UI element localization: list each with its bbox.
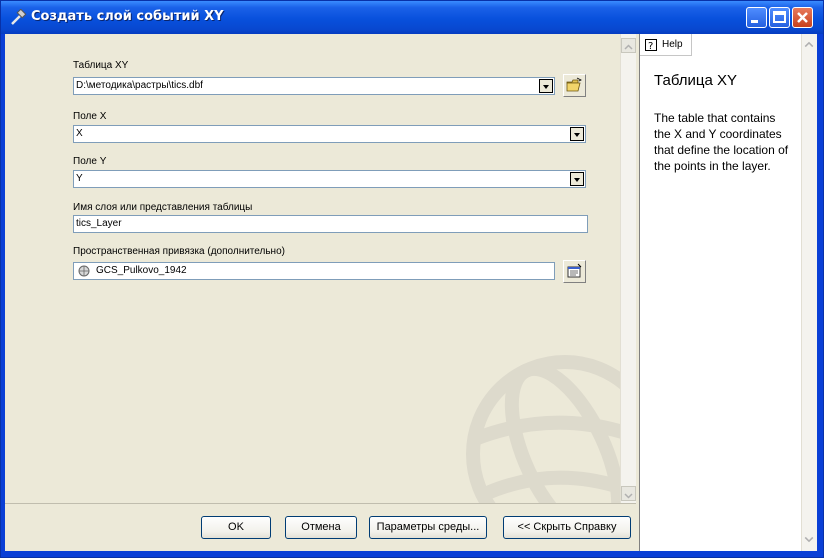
environment-settings-button[interactable]: Параметры среды... xyxy=(369,516,487,539)
help-scrollbar[interactable] xyxy=(801,34,817,551)
spatial-ref-value: GCS_Pulkovo_1942 xyxy=(96,265,187,276)
browse-table-button[interactable] xyxy=(563,74,586,97)
layer-name-label: Имя слоя или представления таблицы xyxy=(73,202,253,213)
globe-icon xyxy=(466,355,620,503)
globe-small-icon xyxy=(78,265,90,277)
chevron-up-icon[interactable] xyxy=(802,38,816,52)
layer-name-input[interactable]: tics_Layer xyxy=(73,215,588,233)
minimize-icon xyxy=(751,20,758,23)
maximize-button[interactable] xyxy=(769,7,790,28)
chevron-down-icon[interactable] xyxy=(570,127,584,141)
field-y-value: Y xyxy=(76,173,83,184)
scroll-up-button[interactable] xyxy=(621,38,636,53)
scroll-down-button[interactable] xyxy=(621,486,636,501)
help-body: The table that contains the X and Y coor… xyxy=(654,111,789,173)
chevron-down-icon xyxy=(624,493,633,499)
dialog-body: Таблица XY D:\методика\растры\tics.dbf П… xyxy=(5,34,817,551)
window-title: Создать слой событий XY xyxy=(31,9,224,24)
chevron-down-icon[interactable] xyxy=(570,172,584,186)
field-y-label: Поле Y xyxy=(73,156,107,167)
cancel-button[interactable]: Отмена xyxy=(285,516,357,539)
spatial-ref-label: Пространственная привязка (дополнительно… xyxy=(73,246,285,257)
table-xy-value: D:\методика\растры\tics.dbf xyxy=(76,80,203,91)
title-bar[interactable]: Создать слой событий XY xyxy=(1,1,823,34)
hide-help-button[interactable]: << Скрыть Справку xyxy=(503,516,631,539)
svg-text:?: ? xyxy=(648,41,653,51)
close-icon xyxy=(797,12,808,23)
spatial-ref-field: GCS_Pulkovo_1942 xyxy=(73,262,555,280)
minimize-button[interactable] xyxy=(746,7,767,28)
parameters-pane: Таблица XY D:\методика\растры\tics.dbf П… xyxy=(5,34,620,503)
chevron-down-icon[interactable] xyxy=(539,79,553,93)
chevron-down-icon[interactable] xyxy=(802,532,816,546)
button-bar: OK Отмена Параметры среды... << Скрыть С… xyxy=(5,503,636,551)
help-tab-label: Help xyxy=(662,39,683,50)
parameters-scrollbar[interactable] xyxy=(620,34,636,503)
field-y-combobox[interactable]: Y xyxy=(73,170,586,188)
layer-name-value: tics_Layer xyxy=(76,218,122,229)
folder-open-icon xyxy=(566,77,582,92)
help-tab[interactable]: ? Help xyxy=(640,34,692,56)
help-title: Таблица XY xyxy=(654,72,737,89)
maximize-icon xyxy=(773,11,786,23)
close-button[interactable] xyxy=(792,7,813,28)
table-xy-label: Таблица XY xyxy=(73,60,129,71)
hammer-icon xyxy=(11,9,27,25)
help-icon: ? xyxy=(645,39,657,51)
dialog-window: Создать слой событий XY Таблица XY D:\ме… xyxy=(0,0,824,558)
field-x-label: Поле X xyxy=(73,111,107,122)
chevron-up-icon xyxy=(624,44,633,50)
field-x-value: X xyxy=(76,128,83,139)
field-x-combobox[interactable]: X xyxy=(73,125,586,143)
help-pane: ? Help Таблица XY The table that contain… xyxy=(639,34,817,551)
ok-button[interactable]: OK xyxy=(201,516,271,539)
spatial-ref-properties-button[interactable] xyxy=(563,260,586,283)
properties-icon xyxy=(567,263,582,278)
table-xy-combobox[interactable]: D:\методика\растры\tics.dbf xyxy=(73,77,555,95)
